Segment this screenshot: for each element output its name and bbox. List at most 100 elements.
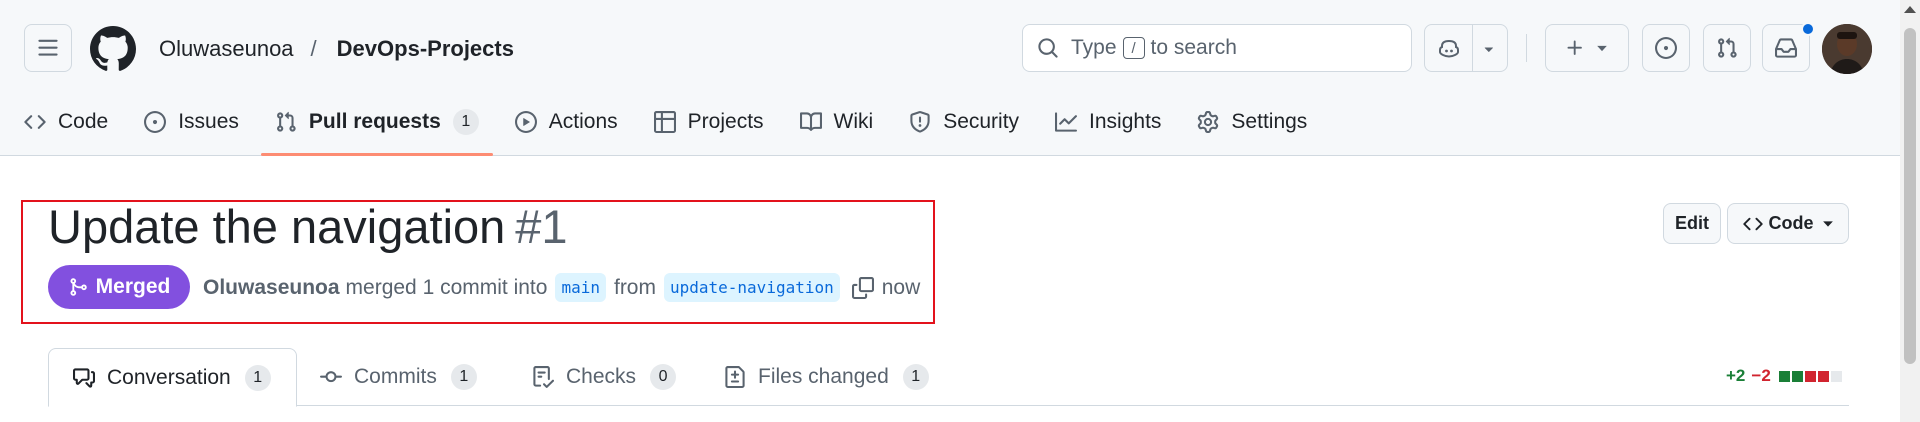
tab-label: Wiki <box>833 110 874 133</box>
from-text: from <box>613 275 656 299</box>
pr-title-text: Update the navigation <box>48 200 506 253</box>
tab-checks[interactable]: Checks 0 <box>532 348 677 406</box>
table-icon <box>653 111 676 133</box>
tab-label: Projects <box>687 110 764 133</box>
diffstat-block <box>1817 370 1829 382</box>
code-dropdown-button[interactable]: Code <box>1727 203 1849 244</box>
files-changed-count-badge: 1 <box>902 364 929 390</box>
search-shortcut-key: / <box>1122 37 1145 59</box>
global-header: Oluwaseunoa / DevOps-Projects Type / to … <box>0 0 1920 156</box>
comment-discussion-icon <box>73 367 95 389</box>
additions-count: +2 <box>1726 366 1746 385</box>
conversation-count-badge: 1 <box>244 364 271 391</box>
checks-count-badge: 0 <box>650 364 677 390</box>
copy-icon[interactable] <box>851 276 874 299</box>
copilot-divider <box>1472 25 1473 71</box>
create-new-button[interactable] <box>1545 24 1629 72</box>
diffstat-block <box>1778 370 1790 382</box>
tab-label: Commits <box>354 365 437 388</box>
git-pull-request-icon <box>1716 37 1738 59</box>
pr-tabs-divider <box>48 405 1849 406</box>
status-badge: Merged <box>48 265 190 309</box>
tab-settings[interactable]: Settings <box>1197 100 1307 144</box>
tab-commits[interactable]: Commits 1 <box>320 348 477 406</box>
scroll-up-arrow-icon[interactable] <box>1904 6 1916 13</box>
diffstat-blocks <box>1778 370 1844 382</box>
commits-count-badge: 1 <box>450 364 477 390</box>
head-branch-link[interactable]: update-navigation <box>663 273 840 302</box>
tab-issues[interactable]: Issues <box>144 100 239 144</box>
header-divider <box>1526 34 1527 62</box>
diffstat-block <box>1804 370 1816 382</box>
tab-actions[interactable]: Actions <box>514 100 618 144</box>
triangle-down-icon <box>1822 218 1834 230</box>
page-title: Update the navigation #1 <box>48 199 568 254</box>
tab-conversation[interactable]: Conversation 1 <box>48 348 297 407</box>
breadcrumb: Oluwaseunoa / DevOps-Projects <box>159 36 514 62</box>
play-icon <box>514 111 537 133</box>
timestamp: now <box>881 275 921 299</box>
tab-label: Checks <box>566 365 637 388</box>
gear-icon <box>1197 111 1219 133</box>
search-input[interactable]: Type / to search <box>1022 24 1412 72</box>
tab-files-changed[interactable]: Files changed 1 <box>724 348 929 406</box>
git-pull-request-icon <box>275 111 297 133</box>
shield-icon <box>909 111 931 133</box>
code-icon <box>1742 214 1763 234</box>
triangle-down-icon <box>1595 41 1609 55</box>
deletions-count: −2 <box>1751 366 1771 385</box>
tab-label: Issues <box>178 110 239 133</box>
tab-label: Pull requests <box>308 110 441 133</box>
chevron-down-icon[interactable] <box>1482 43 1496 57</box>
merge-action-text: merged 1 commit into <box>345 275 548 299</box>
unread-notification-dot <box>1801 22 1815 36</box>
search-suffix-text: to search <box>1150 36 1237 59</box>
tab-projects[interactable]: Projects <box>653 100 764 144</box>
base-branch-link[interactable]: main <box>555 273 606 302</box>
checklist-icon <box>532 366 554 388</box>
open-menu-button[interactable] <box>24 24 72 72</box>
pull-requests-count-badge: 1 <box>452 109 479 135</box>
tab-label: Files changed <box>758 365 889 388</box>
book-icon <box>799 111 822 133</box>
status-label: Merged <box>95 275 171 298</box>
tab-label: Actions <box>548 110 618 133</box>
search-icon <box>1037 37 1059 59</box>
your-issues-button[interactable] <box>1642 24 1690 72</box>
scrollbar-thumb[interactable] <box>1904 28 1916 364</box>
breadcrumb-repo-link[interactable]: DevOps-Projects <box>337 36 514 62</box>
search-prefix-text: Type <box>1071 36 1117 59</box>
file-diff-icon <box>724 366 746 388</box>
your-pull-requests-button[interactable] <box>1703 24 1751 72</box>
issue-opened-icon <box>1655 37 1677 59</box>
hamburger-icon <box>37 37 59 59</box>
issue-opened-icon <box>144 111 167 133</box>
tab-security[interactable]: Security <box>909 100 1019 144</box>
tab-wiki[interactable]: Wiki <box>799 100 874 144</box>
plus-icon <box>1565 38 1585 58</box>
breadcrumb-owner-link[interactable]: Oluwaseunoa <box>159 36 294 62</box>
author-link[interactable]: Oluwaseunoa <box>203 276 340 300</box>
tab-label: Settings <box>1231 110 1308 133</box>
git-commit-icon <box>320 366 342 388</box>
tab-label: Conversation <box>107 365 231 389</box>
tab-insights[interactable]: Insights <box>1055 100 1161 144</box>
diffstat: +2 −2 <box>1726 366 1844 386</box>
inbox-icon <box>1775 37 1797 59</box>
copilot-button[interactable] <box>1424 24 1508 72</box>
tab-code[interactable]: Code <box>24 100 108 144</box>
user-avatar[interactable] <box>1822 24 1872 74</box>
git-merge-icon <box>70 278 87 296</box>
code-button-label: Code <box>1768 213 1814 233</box>
tab-label: Code <box>58 110 109 133</box>
pr-meta: Oluwaseunoa merged 1 commit into main fr… <box>203 273 920 302</box>
tab-label: Security <box>943 110 1020 133</box>
tab-pull-requests[interactable]: Pull requests 1 <box>260 100 493 156</box>
github-logo-icon[interactable] <box>89 26 136 72</box>
code-icon <box>24 111 46 133</box>
diffstat-block <box>1830 370 1842 382</box>
edit-button[interactable]: Edit <box>1663 203 1721 244</box>
tab-label: Insights <box>1089 110 1162 133</box>
pr-number: #1 <box>515 200 568 253</box>
copilot-icon <box>1437 37 1461 61</box>
